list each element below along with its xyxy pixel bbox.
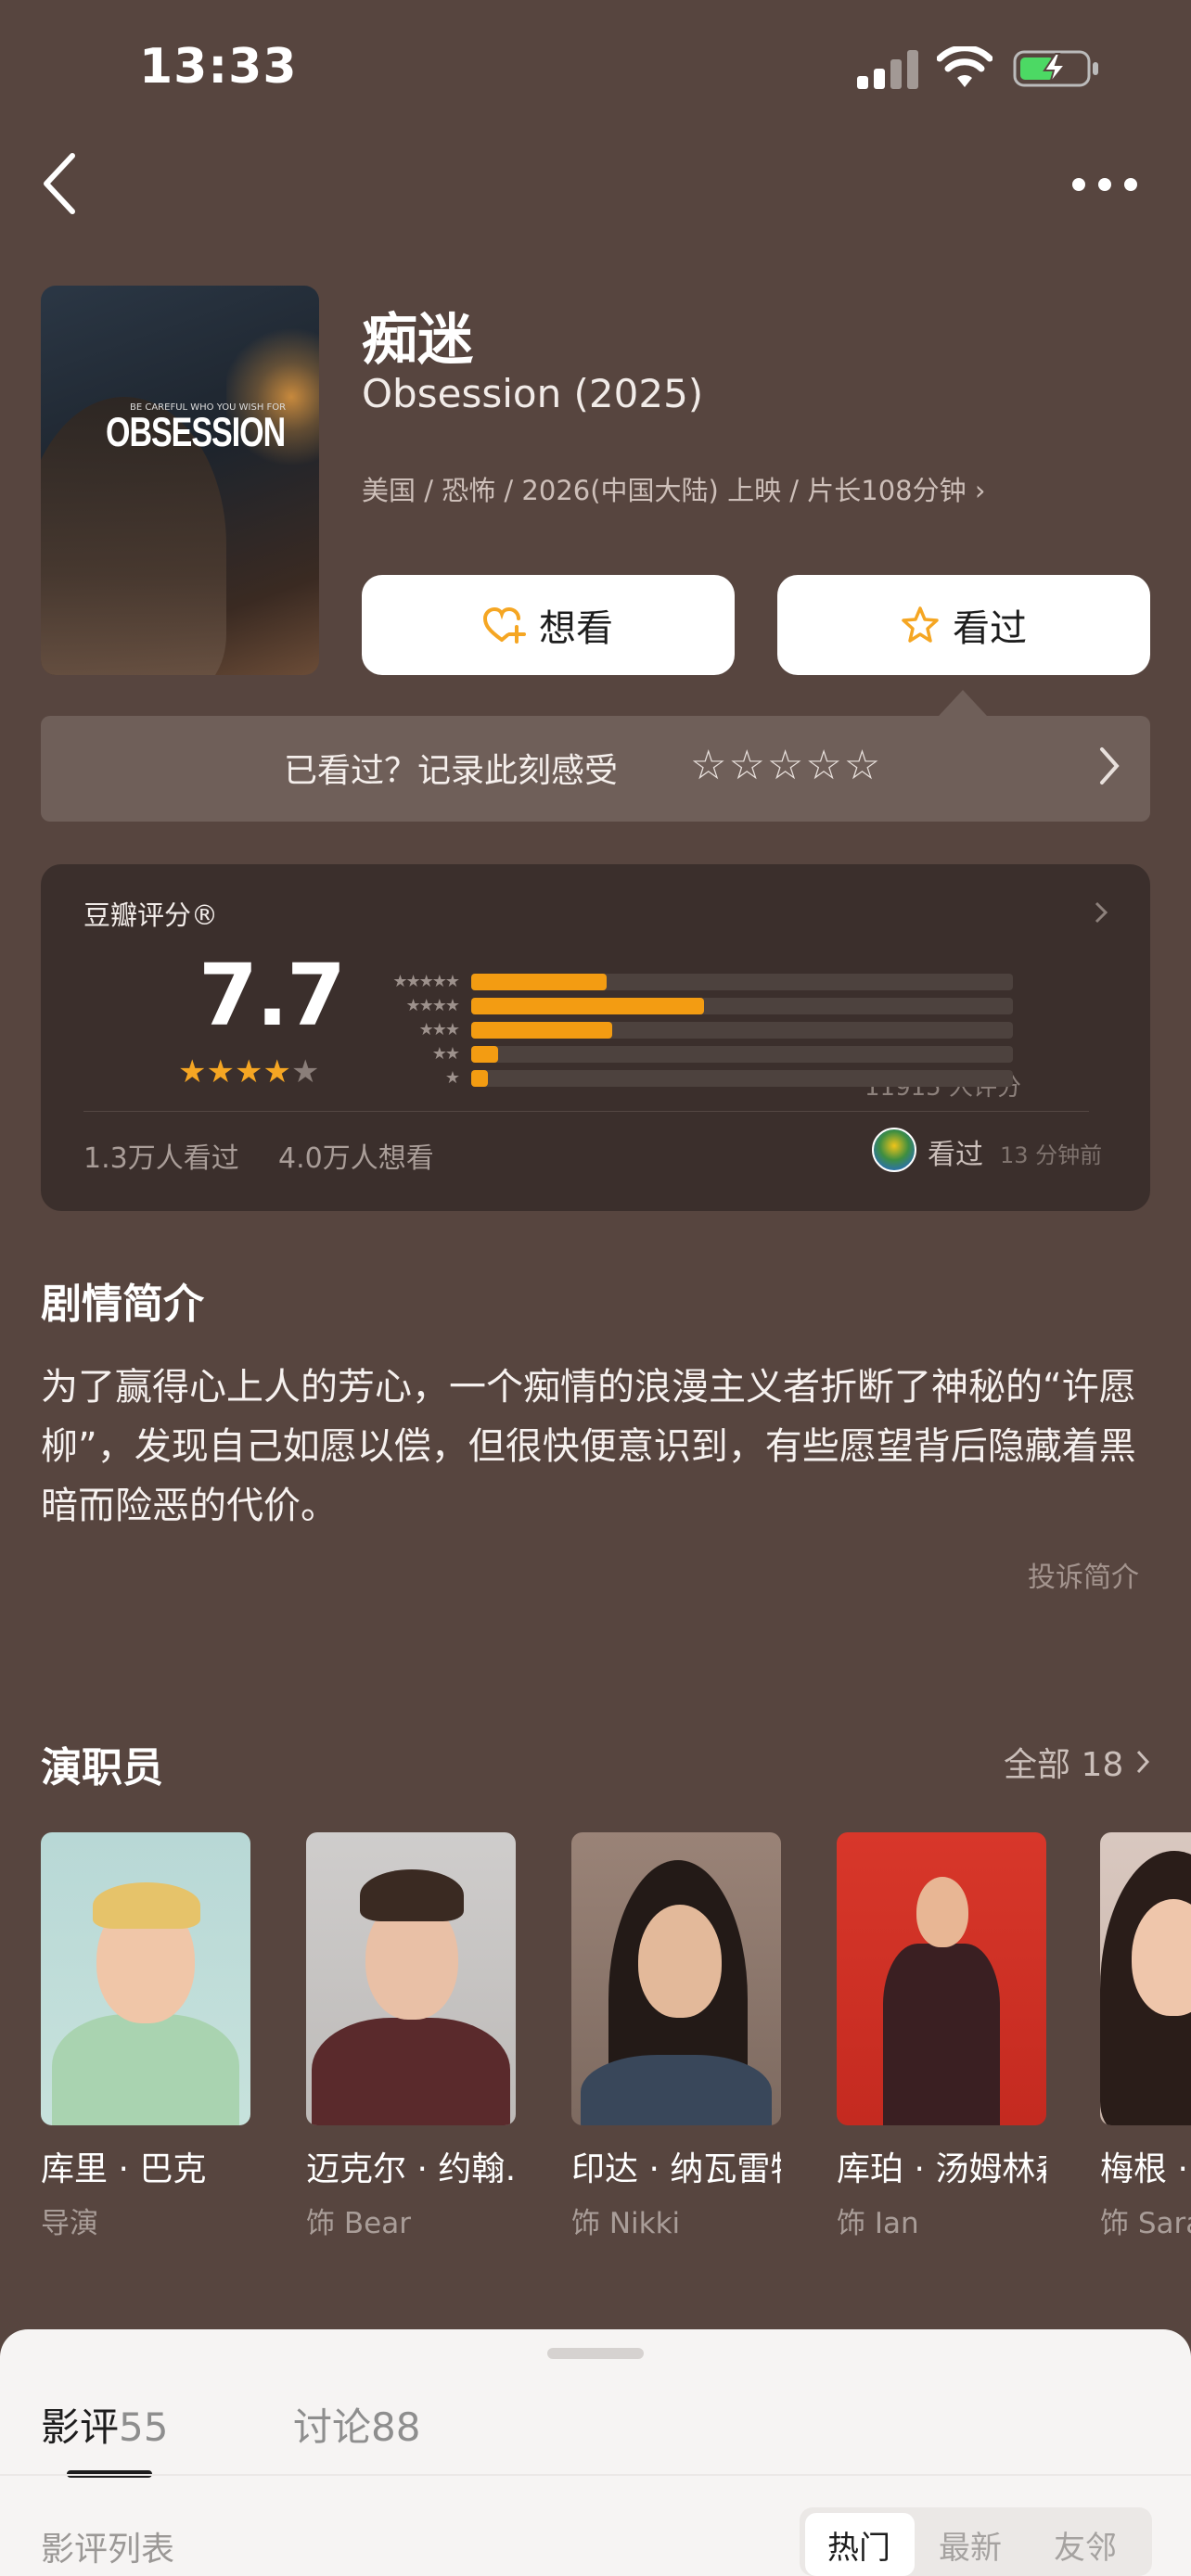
star-filled-icon: ★	[178, 1053, 207, 1090]
distribution-bar	[471, 998, 704, 1014]
tab-label: 讨论	[293, 2404, 372, 2450]
cast-card[interactable]: 印达 · 纳瓦雷特 饰 Nikki	[571, 1832, 781, 2241]
cast-photo	[306, 1832, 516, 2125]
distribution-track	[471, 1046, 1013, 1063]
want-to-watch-button[interactable]: 想看	[362, 575, 735, 675]
cast-card[interactable]: 迈克尔 · 约翰… 饰 Bear	[306, 1832, 516, 2241]
cast-photo	[571, 1832, 781, 2125]
distribution-star-label: ★★	[431, 1044, 460, 1064]
rate-stars-input[interactable]: ☆☆☆☆☆	[690, 742, 882, 789]
chevron-right-icon	[1095, 901, 1108, 924]
synopsis-heading: 剧情简介	[41, 1281, 204, 1328]
sort-option-latest[interactable]: 最新	[939, 2522, 1002, 2568]
distribution-track	[471, 1070, 1013, 1087]
divider	[83, 1111, 1089, 1112]
sort-option-friends[interactable]: 友邻	[1054, 2522, 1117, 2568]
tab-label: 影评	[41, 2404, 120, 2450]
star-filled-icon: ★	[263, 1053, 291, 1090]
chevron-right-icon	[1136, 1750, 1150, 1774]
movie-title: 痴迷	[362, 308, 473, 373]
wifi-icon	[937, 46, 992, 87]
rating-card[interactable]: 豆瓣评分® 7.7 ★★★★★ 11915 人评分 1.3万人看过 4.0万人想…	[41, 864, 1150, 1211]
cast-photo	[837, 1832, 1046, 2125]
movie-poster[interactable]: BE CAREFUL WHO YOU WISH FOR OBSESSION	[41, 286, 319, 675]
rating-distribution-row: ★★★★	[356, 998, 1117, 1014]
rating-source-label: 豆瓣评分®	[83, 899, 219, 931]
distribution-bar	[471, 1022, 612, 1039]
rating-distribution-row: ★★★	[356, 1022, 1117, 1039]
reviews-bottom-sheet[interactable]: 影评55 讨论88 影评列表 热门 最新 友邻	[0, 2329, 1191, 2576]
distribution-star-label: ★	[444, 1068, 460, 1088]
cast-name: 库珀 · 汤姆林森	[837, 2150, 1046, 2188]
sort-segmented-control[interactable]: 热门 最新 友邻	[800, 2507, 1152, 2576]
distribution-track	[471, 974, 1013, 990]
distribution-star-label: ★★★★	[405, 996, 460, 1015]
record-feelings-bar[interactable]: 已看过？记录此刻感受 ☆☆☆☆☆	[41, 716, 1150, 822]
chevron-right-icon	[1100, 747, 1120, 784]
cast-heading: 演职员	[41, 1744, 163, 1792]
rating-distribution-row: ★	[356, 1070, 1117, 1087]
want-to-watch-label: 想看	[539, 607, 613, 650]
poster-title: OBSESSION	[106, 410, 286, 456]
cast-view-all-link[interactable]: 全部 18	[1004, 1738, 1123, 1786]
cast-photo	[1100, 1832, 1191, 2125]
distribution-star-label: ★★★	[418, 1020, 460, 1039]
divider	[0, 2474, 1191, 2476]
review-list-label: 影评列表	[41, 2531, 175, 2569]
cast-card[interactable]: 梅根 · 饰 Sara	[1100, 1832, 1191, 2241]
watched-button[interactable]: 看过	[777, 575, 1150, 675]
distribution-bar	[471, 1070, 488, 1087]
report-synopsis-link[interactable]: 投诉简介	[1028, 1554, 1139, 1595]
rating-distribution-row: ★★★★★	[356, 974, 1117, 990]
heart-plus-icon	[483, 606, 526, 644]
cast-name: 梅根 ·	[1100, 2150, 1188, 2188]
record-prompt: 已看过？记录此刻感受	[284, 752, 619, 790]
watched-label: 看过	[953, 607, 1027, 650]
signal-icon	[857, 48, 918, 89]
wish-count: 4.0万人想看	[278, 1142, 434, 1175]
watched-count: 1.3万人看过	[83, 1142, 239, 1175]
sort-option-hot[interactable]: 热门	[827, 2522, 890, 2568]
status-time: 13:33	[139, 39, 298, 95]
back-icon[interactable]	[37, 148, 83, 219]
tab-discussions[interactable]: 讨论88	[293, 2396, 420, 2453]
rating-stars: ★★★★★	[178, 1053, 319, 1090]
tab-reviews[interactable]: 影评55	[41, 2396, 168, 2453]
popover-pointer	[939, 690, 987, 716]
distribution-bar	[471, 974, 607, 990]
cast-role: 饰 Bear	[306, 2207, 411, 2240]
star-filled-icon: ★	[234, 1053, 263, 1090]
cast-role: 导演	[41, 2207, 98, 2240]
star-empty-icon: ★	[290, 1053, 320, 1090]
cast-photo	[41, 1832, 250, 2125]
cast-name: 印达 · 纳瓦雷特	[571, 2150, 781, 2188]
friend-time: 13 分钟前	[1000, 1142, 1103, 1168]
sheet-drag-handle[interactable]	[547, 2348, 644, 2359]
tab-count: 55	[119, 2404, 169, 2450]
distribution-bar	[471, 1046, 498, 1063]
cast-name: 迈克尔 · 约翰…	[306, 2150, 516, 2188]
cast-role: 饰 Ian	[837, 2207, 919, 2240]
rating-distribution-row: ★★	[356, 1046, 1117, 1063]
cast-name: 库里 · 巴克	[41, 2150, 207, 2188]
star-filled-icon: ★	[206, 1053, 235, 1090]
star-outline-icon	[902, 606, 939, 643]
rating-score: 7.7	[198, 946, 346, 1045]
movie-original-title: Obsession (2025)	[362, 371, 704, 416]
synopsis-text[interactable]: 为了赢得心上人的芳心，一个痴情的浪漫主义者折断了神秘的“许愿柳”，发现自己如愿以…	[41, 1358, 1154, 1536]
more-options-icon[interactable]	[1072, 174, 1137, 193]
distribution-track	[471, 1022, 1013, 1039]
friend-status: 看过	[928, 1139, 983, 1171]
tab-count: 88	[371, 2404, 421, 2450]
battery-icon	[1013, 50, 1098, 87]
friend-avatar[interactable]	[872, 1128, 916, 1172]
cast-card[interactable]: 库珀 · 汤姆林森 饰 Ian	[837, 1832, 1046, 2241]
cast-card[interactable]: 库里 · 巴克 导演	[41, 1832, 250, 2241]
cast-role: 饰 Sara	[1100, 2207, 1191, 2240]
cast-role: 饰 Nikki	[571, 2207, 681, 2240]
distribution-star-label: ★★★★★	[392, 972, 460, 991]
distribution-track	[471, 998, 1013, 1014]
movie-meta-link[interactable]: 美国 / 恐怖 / 2026(中国大陆) 上映 / 片长108分钟 ›	[362, 469, 985, 508]
